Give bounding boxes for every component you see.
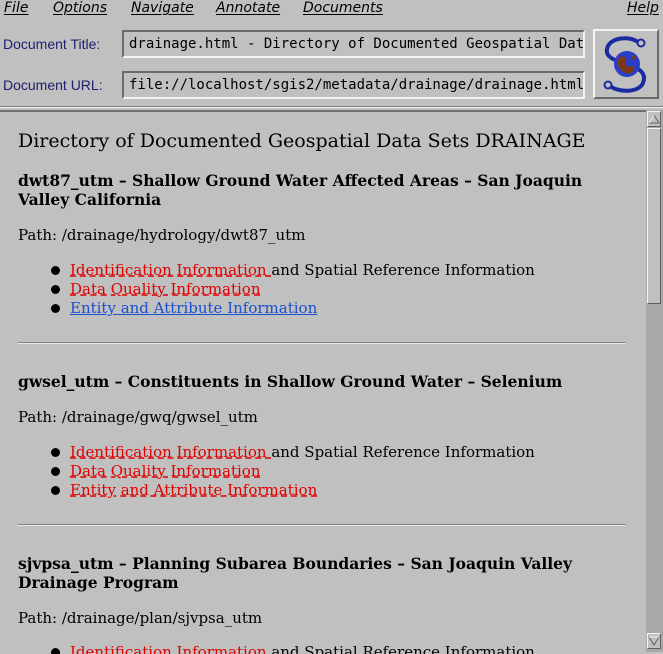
document-url-label: Document URL: <box>3 77 103 93</box>
dataset-heading: dwt87_utm – Shallow Ground Water Affecte… <box>18 171 583 209</box>
dataset-heading: gwsel_utm – Constituents in Shallow Grou… <box>18 372 563 391</box>
link-suffix: and Spatial Reference Information <box>271 443 535 461</box>
data-quality-link[interactable]: Data Quality Information <box>70 462 261 480</box>
dataset-links: Identification Information and Spatial R… <box>18 643 535 654</box>
globe-logo-icon[interactable] <box>593 29 659 99</box>
list-item: Identification Information and Spatial R… <box>18 443 535 462</box>
menu-annotate[interactable]: Annotate <box>216 0 280 17</box>
dataset-heading: sjvpsa_utm – Planning Subarea Boundaries… <box>18 554 573 592</box>
arrow-down-icon <box>648 636 660 646</box>
dataset-path: Path: /drainage/gwq/gwsel_utm <box>18 408 258 426</box>
identification-info-link[interactable]: Identification Information <box>70 643 271 654</box>
arrow-up-icon <box>648 114 660 124</box>
dataset-links: Identification Information and Spatial R… <box>18 261 535 318</box>
menu-bar: File Options Navigate Annotate Documents… <box>0 0 663 19</box>
list-item: Entity and Attribute Information <box>18 299 535 318</box>
bullet-icon <box>51 448 60 457</box>
section-divider <box>18 524 626 526</box>
entity-attribute-link[interactable]: Entity and Attribute Information <box>70 299 317 317</box>
scrollbar-thumb[interactable] <box>647 128 661 304</box>
link-suffix: and Spatial Reference Information <box>271 261 535 279</box>
list-item: Data Quality Information <box>18 462 535 481</box>
identification-info-link[interactable]: Identification Information <box>70 261 271 279</box>
entity-attribute-link[interactable]: Entity and Attribute Information <box>70 481 317 499</box>
list-item: Identification Information and Spatial R… <box>18 643 535 654</box>
menu-help[interactable]: Help <box>627 0 659 17</box>
data-quality-link[interactable]: Data Quality Information <box>70 280 261 298</box>
dataset-path: Path: /drainage/hydrology/dwt87_utm <box>18 226 306 244</box>
document-url-field[interactable]: file://localhost/sgis2/metadata/drainage… <box>122 71 585 99</box>
scroll-down-button[interactable] <box>647 633 661 649</box>
bullet-icon <box>51 486 60 495</box>
identification-info-link[interactable]: Identification Information <box>70 443 271 461</box>
dataset-links: Identification Information and Spatial R… <box>18 443 535 500</box>
menu-documents[interactable]: Documents <box>303 0 383 17</box>
menu-options[interactable]: Options <box>53 0 107 17</box>
document-title-field[interactable]: drainage.html - Directory of Documented … <box>122 30 585 58</box>
list-item: Entity and Attribute Information <box>18 481 535 500</box>
page-title: Directory of Documented Geospatial Data … <box>18 130 586 152</box>
vertical-scrollbar[interactable] <box>646 110 663 652</box>
link-suffix: and Spatial Reference Information <box>271 643 535 654</box>
header-separator <box>0 106 663 108</box>
bullet-icon <box>51 467 60 476</box>
menu-navigate[interactable]: Navigate <box>131 0 194 17</box>
section-divider <box>18 342 626 344</box>
bullet-icon <box>51 304 60 313</box>
bullet-icon <box>51 648 60 654</box>
globe-logo-graphic <box>603 36 646 93</box>
document-title-label: Document Title: <box>3 36 101 52</box>
list-item: Identification Information and Spatial R… <box>18 261 535 280</box>
bullet-icon <box>51 285 60 294</box>
bullet-icon <box>51 266 60 275</box>
dataset-path: Path: /drainage/plan/sjvpsa_utm <box>18 609 263 627</box>
document-view: Directory of Documented Geospatial Data … <box>0 110 646 654</box>
scroll-up-button[interactable] <box>647 111 661 127</box>
menu-file[interactable]: File <box>4 0 28 17</box>
list-item: Data Quality Information <box>18 280 535 299</box>
